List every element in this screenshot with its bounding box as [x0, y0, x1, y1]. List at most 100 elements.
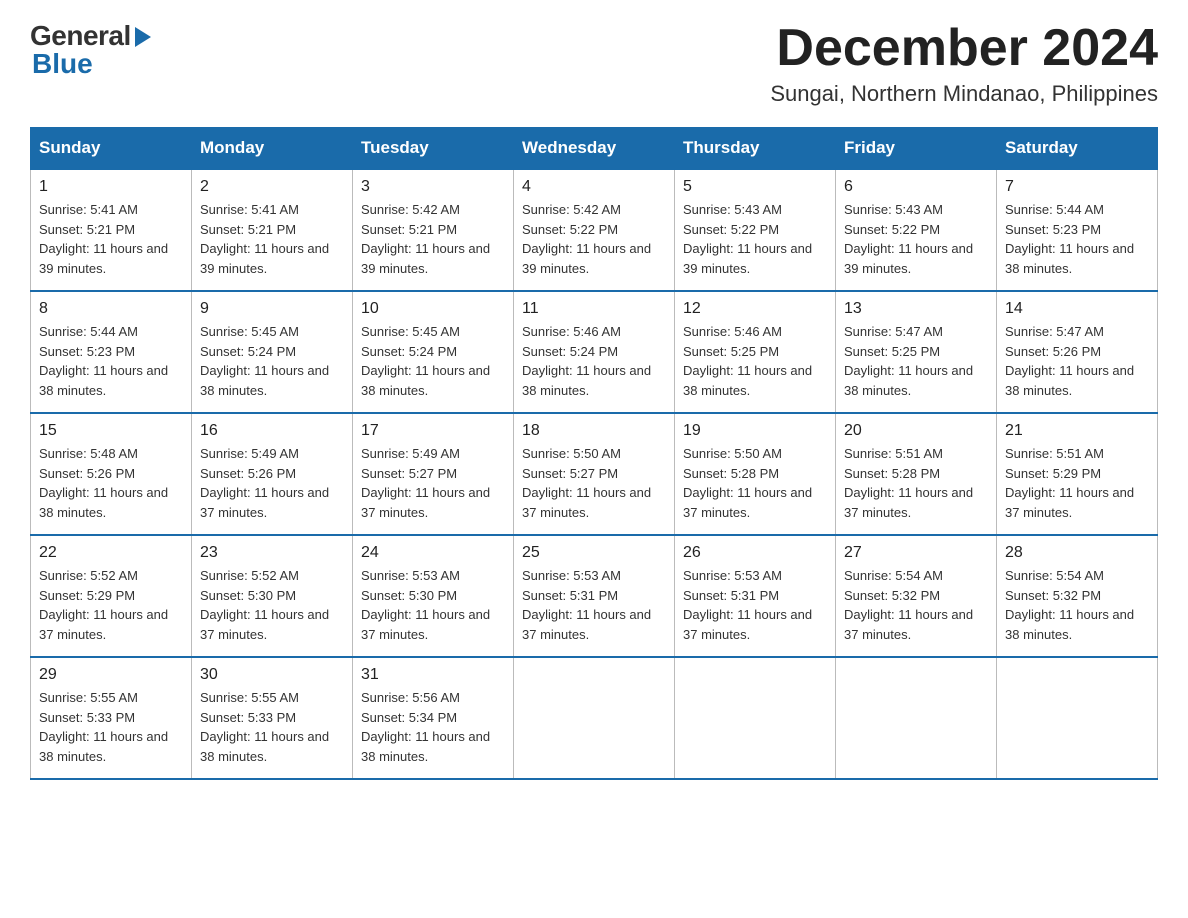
day-number: 31 — [361, 666, 505, 684]
calendar-week-row: 15Sunrise: 5:48 AMSunset: 5:26 PMDayligh… — [31, 413, 1158, 535]
day-info: Sunrise: 5:41 AMSunset: 5:21 PMDaylight:… — [39, 200, 183, 278]
title-block: December 2024 Sungai, Northern Mindanao,… — [770, 20, 1158, 107]
calendar-cell: 31Sunrise: 5:56 AMSunset: 5:34 PMDayligh… — [353, 657, 514, 779]
calendar-cell: 6 Sunrise: 5:43 AMSunset: 5:22 PMDaylight… — [836, 169, 997, 291]
day-number: 26 — [683, 544, 827, 562]
day-number: 21 — [1005, 422, 1149, 440]
calendar-cell — [997, 657, 1158, 779]
day-info: Sunrise: 5:48 AMSunset: 5:26 PMDaylight:… — [39, 444, 183, 522]
day-info: Sunrise: 5:51 AMSunset: 5:28 PMDaylight:… — [844, 444, 988, 522]
calendar-cell: 12Sunrise: 5:46 AMSunset: 5:25 PMDayligh… — [675, 291, 836, 413]
logo: General Blue — [30, 20, 151, 80]
calendar-cell: 25 Sunrise: 5:53 AMSunset: 5:31 PMDayligh… — [514, 535, 675, 657]
calendar-week-row: 1 Sunrise: 5:41 AMSunset: 5:21 PMDaylight… — [31, 169, 1158, 291]
day-info: Sunrise: 5:52 AMSunset: 5:29 PMDaylight:… — [39, 566, 183, 644]
day-number: 20 — [844, 422, 988, 440]
calendar-cell: 13Sunrise: 5:47 AMSunset: 5:25 PMDayligh… — [836, 291, 997, 413]
month-title: December 2024 — [770, 20, 1158, 77]
day-info: Sunrise: 5:45 AMSunset: 5:24 PMDaylight:… — [200, 322, 344, 400]
calendar-header-row: SundayMondayTuesdayWednesdayThursdayFrid… — [31, 128, 1158, 170]
day-info: Sunrise: 5:55 AMSunset: 5:33 PMDaylight:… — [200, 688, 344, 766]
day-number: 4 — [522, 178, 666, 196]
calendar-cell: 22 Sunrise: 5:52 AMSunset: 5:29 PMDayligh… — [31, 535, 192, 657]
calendar-table: SundayMondayTuesdayWednesdayThursdayFrid… — [30, 127, 1158, 780]
day-number: 3 — [361, 178, 505, 196]
calendar-week-row: 22 Sunrise: 5:52 AMSunset: 5:29 PMDayligh… — [31, 535, 1158, 657]
day-info: Sunrise: 5:44 AMSunset: 5:23 PMDaylight:… — [1005, 200, 1149, 278]
day-number: 25 — [522, 544, 666, 562]
calendar-header-tuesday: Tuesday — [353, 128, 514, 170]
calendar-cell: 19Sunrise: 5:50 AMSunset: 5:28 PMDayligh… — [675, 413, 836, 535]
day-number: 1 — [39, 178, 183, 196]
calendar-header-wednesday: Wednesday — [514, 128, 675, 170]
day-info: Sunrise: 5:47 AMSunset: 5:25 PMDaylight:… — [844, 322, 988, 400]
day-info: Sunrise: 5:49 AMSunset: 5:26 PMDaylight:… — [200, 444, 344, 522]
day-info: Sunrise: 5:43 AMSunset: 5:22 PMDaylight:… — [683, 200, 827, 278]
day-info: Sunrise: 5:52 AMSunset: 5:30 PMDaylight:… — [200, 566, 344, 644]
day-info: Sunrise: 5:55 AMSunset: 5:33 PMDaylight:… — [39, 688, 183, 766]
calendar-week-row: 29 Sunrise: 5:55 AMSunset: 5:33 PMDayligh… — [31, 657, 1158, 779]
day-number: 12 — [683, 300, 827, 318]
calendar-cell: 11Sunrise: 5:46 AMSunset: 5:24 PMDayligh… — [514, 291, 675, 413]
day-info: Sunrise: 5:54 AMSunset: 5:32 PMDaylight:… — [1005, 566, 1149, 644]
day-info: Sunrise: 5:50 AMSunset: 5:27 PMDaylight:… — [522, 444, 666, 522]
day-number: 19 — [683, 422, 827, 440]
day-number: 10 — [361, 300, 505, 318]
day-number: 7 — [1005, 178, 1149, 196]
calendar-cell: 1 Sunrise: 5:41 AMSunset: 5:21 PMDaylight… — [31, 169, 192, 291]
calendar-cell: 4 Sunrise: 5:42 AMSunset: 5:22 PMDaylight… — [514, 169, 675, 291]
calendar-header-friday: Friday — [836, 128, 997, 170]
calendar-cell: 10 Sunrise: 5:45 AMSunset: 5:24 PMDayligh… — [353, 291, 514, 413]
day-info: Sunrise: 5:53 AMSunset: 5:31 PMDaylight:… — [683, 566, 827, 644]
day-number: 17 — [361, 422, 505, 440]
calendar-cell: 9Sunrise: 5:45 AMSunset: 5:24 PMDaylight… — [192, 291, 353, 413]
calendar-header-thursday: Thursday — [675, 128, 836, 170]
day-info: Sunrise: 5:41 AMSunset: 5:21 PMDaylight:… — [200, 200, 344, 278]
calendar-cell: 30Sunrise: 5:55 AMSunset: 5:33 PMDayligh… — [192, 657, 353, 779]
day-number: 14 — [1005, 300, 1149, 318]
day-number: 8 — [39, 300, 183, 318]
calendar-header-monday: Monday — [192, 128, 353, 170]
calendar-cell: 14 Sunrise: 5:47 AMSunset: 5:26 PMDayligh… — [997, 291, 1158, 413]
day-number: 22 — [39, 544, 183, 562]
calendar-header-sunday: Sunday — [31, 128, 192, 170]
calendar-cell: 29 Sunrise: 5:55 AMSunset: 5:33 PMDayligh… — [31, 657, 192, 779]
calendar-cell — [675, 657, 836, 779]
calendar-cell: 21 Sunrise: 5:51 AMSunset: 5:29 PMDayligh… — [997, 413, 1158, 535]
calendar-cell: 27Sunrise: 5:54 AMSunset: 5:32 PMDayligh… — [836, 535, 997, 657]
calendar-cell: 20 Sunrise: 5:51 AMSunset: 5:28 PMDayligh… — [836, 413, 997, 535]
calendar-cell: 3 Sunrise: 5:42 AMSunset: 5:21 PMDaylight… — [353, 169, 514, 291]
day-number: 23 — [200, 544, 344, 562]
day-info: Sunrise: 5:45 AMSunset: 5:24 PMDaylight:… — [361, 322, 505, 400]
day-info: Sunrise: 5:46 AMSunset: 5:24 PMDaylight:… — [522, 322, 666, 400]
day-info: Sunrise: 5:49 AMSunset: 5:27 PMDaylight:… — [361, 444, 505, 522]
day-info: Sunrise: 5:42 AMSunset: 5:22 PMDaylight:… — [522, 200, 666, 278]
calendar-cell: 26 Sunrise: 5:53 AMSunset: 5:31 PMDayligh… — [675, 535, 836, 657]
day-info: Sunrise: 5:53 AMSunset: 5:31 PMDaylight:… — [522, 566, 666, 644]
day-number: 29 — [39, 666, 183, 684]
day-info: Sunrise: 5:53 AMSunset: 5:30 PMDaylight:… — [361, 566, 505, 644]
day-info: Sunrise: 5:43 AMSunset: 5:22 PMDaylight:… — [844, 200, 988, 278]
calendar-week-row: 8 Sunrise: 5:44 AMSunset: 5:23 PMDaylight… — [31, 291, 1158, 413]
calendar-cell — [836, 657, 997, 779]
day-number: 18 — [522, 422, 666, 440]
day-info: Sunrise: 5:47 AMSunset: 5:26 PMDaylight:… — [1005, 322, 1149, 400]
day-number: 6 — [844, 178, 988, 196]
location-title: Sungai, Northern Mindanao, Philippines — [770, 81, 1158, 107]
day-info: Sunrise: 5:51 AMSunset: 5:29 PMDaylight:… — [1005, 444, 1149, 522]
calendar-cell: 23 Sunrise: 5:52 AMSunset: 5:30 PMDayligh… — [192, 535, 353, 657]
logo-blue-text: Blue — [32, 48, 93, 80]
calendar-cell: 18 Sunrise: 5:50 AMSunset: 5:27 PMDayligh… — [514, 413, 675, 535]
calendar-cell: 5 Sunrise: 5:43 AMSunset: 5:22 PMDaylight… — [675, 169, 836, 291]
day-number: 28 — [1005, 544, 1149, 562]
day-info: Sunrise: 5:42 AMSunset: 5:21 PMDaylight:… — [361, 200, 505, 278]
day-number: 24 — [361, 544, 505, 562]
day-info: Sunrise: 5:44 AMSunset: 5:23 PMDaylight:… — [39, 322, 183, 400]
calendar-header-saturday: Saturday — [997, 128, 1158, 170]
calendar-cell — [514, 657, 675, 779]
day-number: 2 — [200, 178, 344, 196]
day-number: 5 — [683, 178, 827, 196]
day-number: 16 — [200, 422, 344, 440]
day-number: 27 — [844, 544, 988, 562]
calendar-cell: 17 Sunrise: 5:49 AMSunset: 5:27 PMDayligh… — [353, 413, 514, 535]
